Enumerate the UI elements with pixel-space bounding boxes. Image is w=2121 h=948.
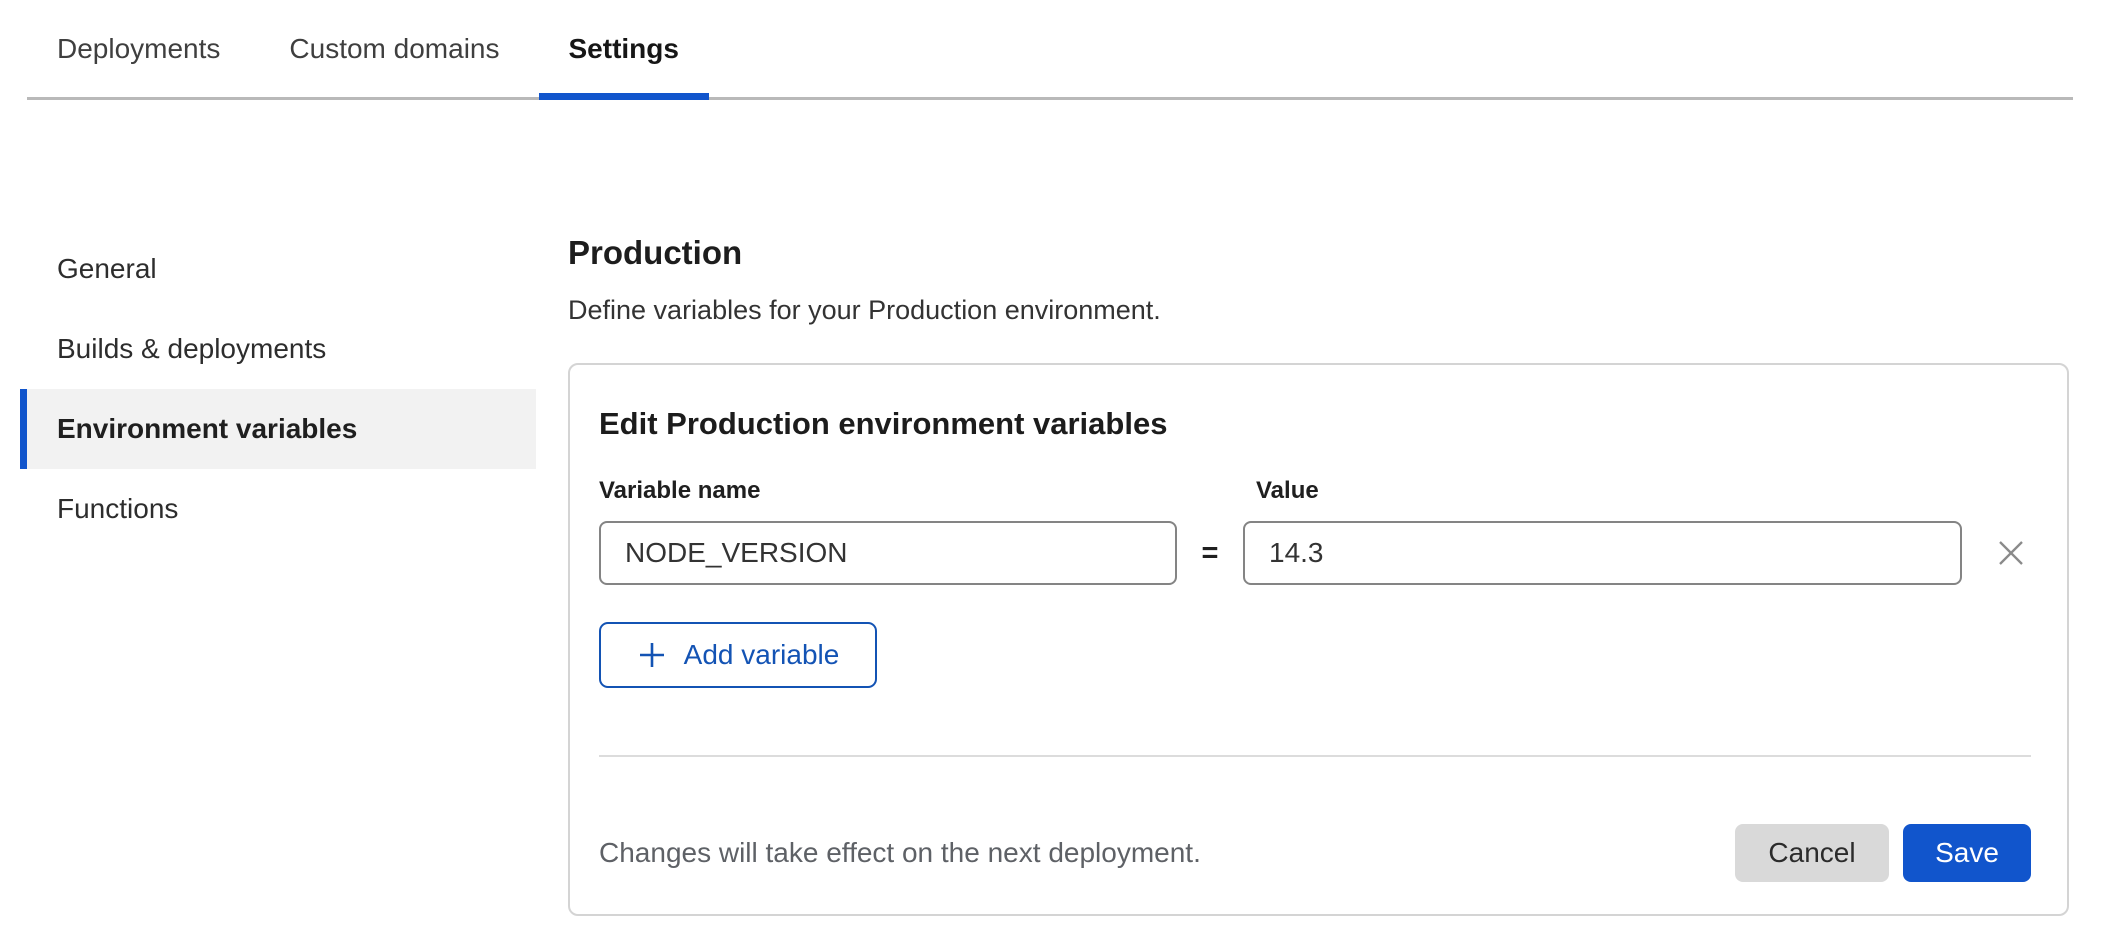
project-tab-bar: Deployments Custom domains Settings xyxy=(27,0,2073,100)
card-divider xyxy=(599,755,2031,757)
equals-sign: = xyxy=(1177,537,1243,570)
card-title: Edit Production environment variables xyxy=(599,406,2031,442)
deployment-note: Changes will take effect on the next dep… xyxy=(599,837,1201,869)
variable-name-input[interactable] xyxy=(599,521,1177,585)
value-label: Value xyxy=(1243,475,1962,507)
sidebar-item-general[interactable]: General xyxy=(20,229,536,309)
tab-settings[interactable]: Settings xyxy=(539,0,709,97)
x-icon xyxy=(1994,536,2028,570)
footer-actions: Cancel Save xyxy=(1735,824,2031,882)
environment-variables-panel: Production Define variables for your Pro… xyxy=(568,100,2069,916)
sidebar-item-builds-deployments[interactable]: Builds & deployments xyxy=(20,309,536,389)
add-variable-button[interactable]: Add variable xyxy=(599,622,877,688)
variable-name-label: Variable name xyxy=(599,475,1177,507)
add-variable-label: Add variable xyxy=(684,639,840,671)
settings-page: General Builds & deployments Environment… xyxy=(0,100,2121,916)
remove-variable-button[interactable] xyxy=(1991,533,2031,573)
page-title: Production xyxy=(568,231,2069,275)
variable-row: Variable name Value = xyxy=(599,475,2031,585)
variable-value-input[interactable] xyxy=(1243,521,1962,585)
sidebar-item-environment-variables[interactable]: Environment variables xyxy=(20,389,536,469)
settings-sidebar: General Builds & deployments Environment… xyxy=(0,100,568,549)
page-subtitle: Define variables for your Production env… xyxy=(568,291,2069,329)
plus-icon xyxy=(637,640,667,670)
tab-deployments[interactable]: Deployments xyxy=(27,0,250,97)
card-footer: Changes will take effect on the next dep… xyxy=(599,824,2031,882)
edit-variables-card: Edit Production environment variables Va… xyxy=(568,363,2069,916)
tab-custom-domains[interactable]: Custom domains xyxy=(259,0,529,97)
save-button[interactable]: Save xyxy=(1903,824,2031,882)
sidebar-item-functions[interactable]: Functions xyxy=(20,469,536,549)
cancel-button[interactable]: Cancel xyxy=(1735,824,1889,882)
